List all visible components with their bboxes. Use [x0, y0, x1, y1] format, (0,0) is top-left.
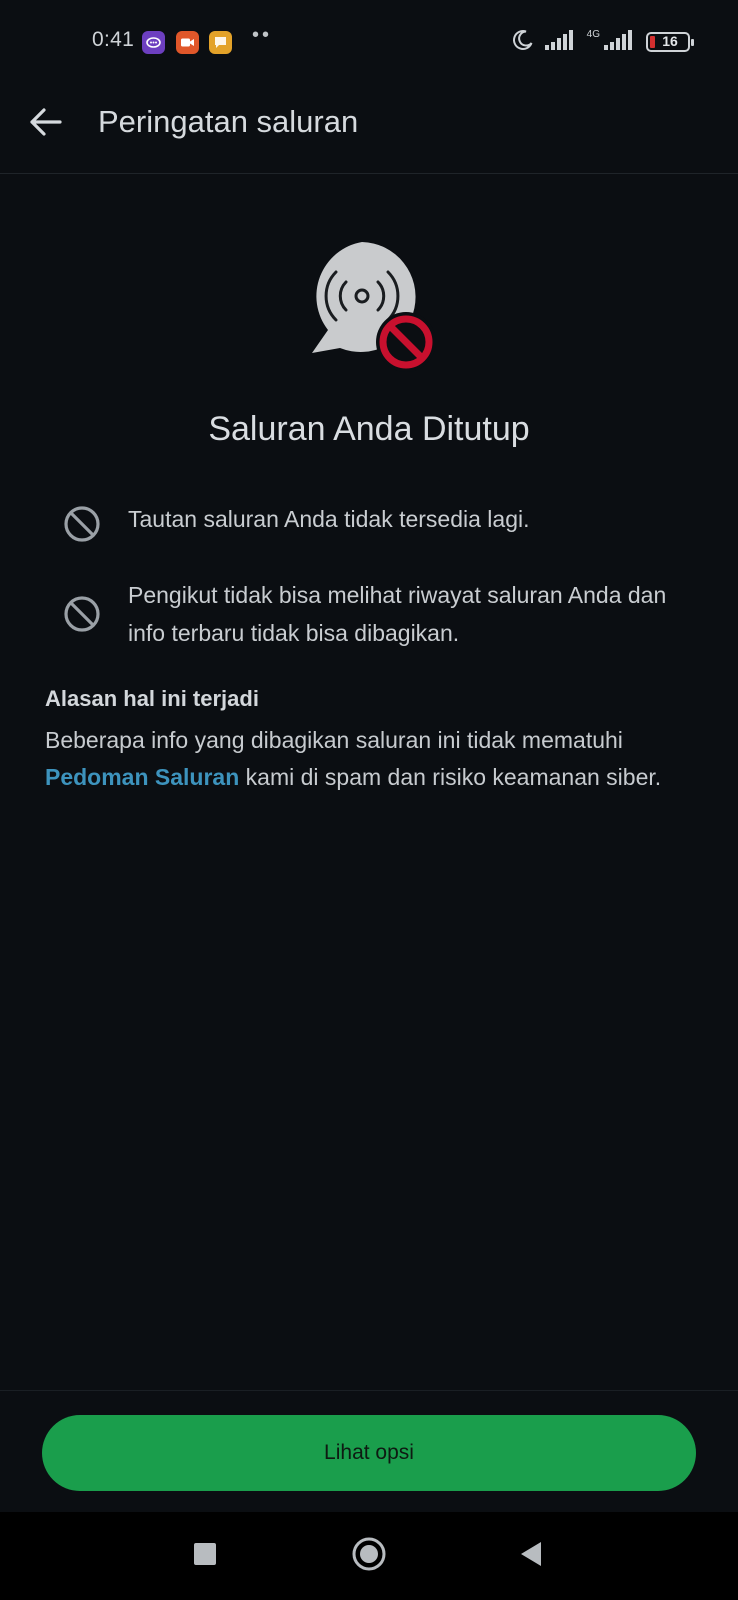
reason-title: Alasan hal ini terjadi	[45, 686, 259, 711]
info-item: Pengikut tidak bisa melihat riwayat salu…	[62, 576, 688, 652]
home-circle-icon	[351, 1536, 387, 1577]
headline: Saluran Anda Ditutup	[208, 410, 530, 448]
video-app-icon	[176, 31, 199, 54]
status-right: 4G 16	[511, 28, 694, 57]
block-icon	[62, 594, 102, 634]
view-options-button[interactable]: Lihat opsi	[42, 1415, 696, 1491]
info-item-text: Pengikut tidak bisa melihat riwayat salu…	[128, 582, 667, 646]
system-nav-bar	[0, 1512, 738, 1600]
signal-4g-icon	[604, 29, 636, 55]
arrow-back-icon	[29, 107, 63, 142]
home-button[interactable]	[347, 1534, 391, 1578]
reason-text-after: kami di spam dan risiko keamanan siber.	[239, 764, 662, 790]
info-item-text: Tautan saluran Anda tidak tersedia lagi.	[128, 506, 530, 532]
app-bar: Peringatan saluran	[0, 86, 738, 174]
page-title: Peringatan saluran	[98, 104, 359, 139]
screen: 0:41 •• 4G 16 Peringatan saluran Saluran…	[0, 0, 738, 1600]
recents-button[interactable]	[183, 1534, 227, 1578]
more-notifications-icon: ••	[252, 24, 273, 46]
battery-icon: 16	[646, 32, 694, 52]
back-button[interactable]	[22, 100, 70, 148]
moon-icon	[511, 28, 535, 57]
info-item: Tautan saluran Anda tidak tersedia lagi.	[62, 500, 688, 544]
status-bar: 0:41 •• 4G 16	[0, 0, 738, 86]
bottom-action-area: Lihat opsi	[0, 1390, 738, 1512]
signal-icon	[544, 29, 577, 55]
reason-text: Beberapa info yang dibagikan saluran ini…	[45, 722, 695, 796]
status-time: 0:41	[92, 28, 135, 51]
channel-guidelines-link[interactable]: Pedoman Saluran	[45, 764, 239, 790]
recents-square-icon	[193, 1542, 217, 1571]
messenger-app-icon	[142, 31, 165, 54]
reason-text-before: Beberapa info yang dibagikan saluran ini…	[45, 727, 623, 753]
chat-app-icon	[209, 31, 232, 54]
nav-back-button[interactable]	[509, 1534, 553, 1578]
block-icon	[62, 504, 102, 544]
battery-level: 16	[662, 33, 678, 49]
back-triangle-icon	[519, 1541, 543, 1572]
battery-tip	[691, 39, 694, 46]
channel-closed-icon	[300, 238, 450, 378]
network-type-label: 4G	[586, 28, 600, 40]
